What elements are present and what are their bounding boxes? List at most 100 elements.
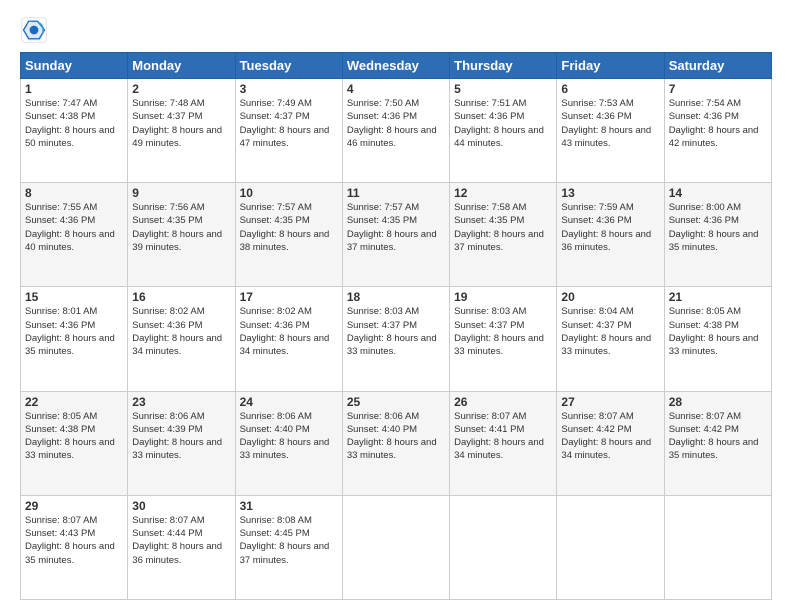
calendar-cell: 11Sunrise: 7:57 AMSunset: 4:35 PMDayligh… bbox=[342, 183, 449, 287]
calendar-cell: 7Sunrise: 7:54 AMSunset: 4:36 PMDaylight… bbox=[664, 79, 771, 183]
logo-icon bbox=[20, 16, 48, 44]
calendar-cell: 10Sunrise: 7:57 AMSunset: 4:35 PMDayligh… bbox=[235, 183, 342, 287]
calendar-cell: 15Sunrise: 8:01 AMSunset: 4:36 PMDayligh… bbox=[21, 287, 128, 391]
calendar-cell: 20Sunrise: 8:04 AMSunset: 4:37 PMDayligh… bbox=[557, 287, 664, 391]
calendar-cell: 31Sunrise: 8:08 AMSunset: 4:45 PMDayligh… bbox=[235, 495, 342, 599]
day-number: 16 bbox=[132, 290, 230, 304]
day-info: Sunrise: 8:06 AMSunset: 4:40 PMDaylight:… bbox=[240, 410, 338, 463]
calendar-week-3: 15Sunrise: 8:01 AMSunset: 4:36 PMDayligh… bbox=[21, 287, 772, 391]
day-number: 9 bbox=[132, 186, 230, 200]
day-number: 14 bbox=[669, 186, 767, 200]
calendar-cell bbox=[664, 495, 771, 599]
day-info: Sunrise: 8:00 AMSunset: 4:36 PMDaylight:… bbox=[669, 201, 767, 254]
calendar-week-1: 1Sunrise: 7:47 AMSunset: 4:38 PMDaylight… bbox=[21, 79, 772, 183]
day-number: 17 bbox=[240, 290, 338, 304]
calendar-week-4: 22Sunrise: 8:05 AMSunset: 4:38 PMDayligh… bbox=[21, 391, 772, 495]
calendar-cell: 17Sunrise: 8:02 AMSunset: 4:36 PMDayligh… bbox=[235, 287, 342, 391]
day-number: 20 bbox=[561, 290, 659, 304]
day-number: 4 bbox=[347, 82, 445, 96]
day-number: 12 bbox=[454, 186, 552, 200]
day-info: Sunrise: 7:54 AMSunset: 4:36 PMDaylight:… bbox=[669, 97, 767, 150]
page: SundayMondayTuesdayWednesdayThursdayFrid… bbox=[0, 0, 792, 612]
day-number: 8 bbox=[25, 186, 123, 200]
calendar-cell: 6Sunrise: 7:53 AMSunset: 4:36 PMDaylight… bbox=[557, 79, 664, 183]
calendar-cell: 23Sunrise: 8:06 AMSunset: 4:39 PMDayligh… bbox=[128, 391, 235, 495]
calendar-week-5: 29Sunrise: 8:07 AMSunset: 4:43 PMDayligh… bbox=[21, 495, 772, 599]
day-number: 11 bbox=[347, 186, 445, 200]
day-header-thursday: Thursday bbox=[450, 53, 557, 79]
day-number: 10 bbox=[240, 186, 338, 200]
calendar-cell: 26Sunrise: 8:07 AMSunset: 4:41 PMDayligh… bbox=[450, 391, 557, 495]
day-header-wednesday: Wednesday bbox=[342, 53, 449, 79]
day-number: 22 bbox=[25, 395, 123, 409]
calendar-cell: 16Sunrise: 8:02 AMSunset: 4:36 PMDayligh… bbox=[128, 287, 235, 391]
calendar-cell: 9Sunrise: 7:56 AMSunset: 4:35 PMDaylight… bbox=[128, 183, 235, 287]
calendar-cell: 24Sunrise: 8:06 AMSunset: 4:40 PMDayligh… bbox=[235, 391, 342, 495]
calendar-cell bbox=[342, 495, 449, 599]
calendar-cell: 13Sunrise: 7:59 AMSunset: 4:36 PMDayligh… bbox=[557, 183, 664, 287]
day-info: Sunrise: 7:50 AMSunset: 4:36 PMDaylight:… bbox=[347, 97, 445, 150]
day-header-sunday: Sunday bbox=[21, 53, 128, 79]
day-number: 6 bbox=[561, 82, 659, 96]
calendar-cell: 28Sunrise: 8:07 AMSunset: 4:42 PMDayligh… bbox=[664, 391, 771, 495]
day-number: 21 bbox=[669, 290, 767, 304]
day-number: 15 bbox=[25, 290, 123, 304]
day-info: Sunrise: 7:57 AMSunset: 4:35 PMDaylight:… bbox=[347, 201, 445, 254]
calendar-cell: 5Sunrise: 7:51 AMSunset: 4:36 PMDaylight… bbox=[450, 79, 557, 183]
day-info: Sunrise: 7:53 AMSunset: 4:36 PMDaylight:… bbox=[561, 97, 659, 150]
day-info: Sunrise: 8:07 AMSunset: 4:42 PMDaylight:… bbox=[561, 410, 659, 463]
day-number: 31 bbox=[240, 499, 338, 513]
calendar-cell bbox=[450, 495, 557, 599]
day-header-monday: Monday bbox=[128, 53, 235, 79]
day-info: Sunrise: 7:55 AMSunset: 4:36 PMDaylight:… bbox=[25, 201, 123, 254]
day-number: 25 bbox=[347, 395, 445, 409]
day-info: Sunrise: 8:02 AMSunset: 4:36 PMDaylight:… bbox=[132, 305, 230, 358]
day-number: 5 bbox=[454, 82, 552, 96]
day-info: Sunrise: 7:51 AMSunset: 4:36 PMDaylight:… bbox=[454, 97, 552, 150]
day-number: 27 bbox=[561, 395, 659, 409]
calendar-cell: 30Sunrise: 8:07 AMSunset: 4:44 PMDayligh… bbox=[128, 495, 235, 599]
calendar-cell: 12Sunrise: 7:58 AMSunset: 4:35 PMDayligh… bbox=[450, 183, 557, 287]
day-info: Sunrise: 7:48 AMSunset: 4:37 PMDaylight:… bbox=[132, 97, 230, 150]
day-number: 26 bbox=[454, 395, 552, 409]
calendar-cell: 1Sunrise: 7:47 AMSunset: 4:38 PMDaylight… bbox=[21, 79, 128, 183]
day-info: Sunrise: 8:03 AMSunset: 4:37 PMDaylight:… bbox=[347, 305, 445, 358]
day-info: Sunrise: 8:04 AMSunset: 4:37 PMDaylight:… bbox=[561, 305, 659, 358]
day-header-tuesday: Tuesday bbox=[235, 53, 342, 79]
header bbox=[20, 16, 772, 44]
calendar-cell: 3Sunrise: 7:49 AMSunset: 4:37 PMDaylight… bbox=[235, 79, 342, 183]
day-number: 29 bbox=[25, 499, 123, 513]
day-info: Sunrise: 7:59 AMSunset: 4:36 PMDaylight:… bbox=[561, 201, 659, 254]
day-number: 3 bbox=[240, 82, 338, 96]
day-header-friday: Friday bbox=[557, 53, 664, 79]
calendar-cell: 29Sunrise: 8:07 AMSunset: 4:43 PMDayligh… bbox=[21, 495, 128, 599]
day-info: Sunrise: 8:01 AMSunset: 4:36 PMDaylight:… bbox=[25, 305, 123, 358]
calendar-cell bbox=[557, 495, 664, 599]
calendar-week-2: 8Sunrise: 7:55 AMSunset: 4:36 PMDaylight… bbox=[21, 183, 772, 287]
day-number: 2 bbox=[132, 82, 230, 96]
calendar-table: SundayMondayTuesdayWednesdayThursdayFrid… bbox=[20, 52, 772, 600]
day-info: Sunrise: 8:05 AMSunset: 4:38 PMDaylight:… bbox=[669, 305, 767, 358]
day-info: Sunrise: 8:06 AMSunset: 4:39 PMDaylight:… bbox=[132, 410, 230, 463]
calendar-cell: 25Sunrise: 8:06 AMSunset: 4:40 PMDayligh… bbox=[342, 391, 449, 495]
day-info: Sunrise: 8:02 AMSunset: 4:36 PMDaylight:… bbox=[240, 305, 338, 358]
day-number: 28 bbox=[669, 395, 767, 409]
day-number: 1 bbox=[25, 82, 123, 96]
calendar-cell: 22Sunrise: 8:05 AMSunset: 4:38 PMDayligh… bbox=[21, 391, 128, 495]
day-info: Sunrise: 8:05 AMSunset: 4:38 PMDaylight:… bbox=[25, 410, 123, 463]
day-info: Sunrise: 7:58 AMSunset: 4:35 PMDaylight:… bbox=[454, 201, 552, 254]
calendar-cell: 4Sunrise: 7:50 AMSunset: 4:36 PMDaylight… bbox=[342, 79, 449, 183]
day-info: Sunrise: 7:57 AMSunset: 4:35 PMDaylight:… bbox=[240, 201, 338, 254]
day-info: Sunrise: 8:07 AMSunset: 4:41 PMDaylight:… bbox=[454, 410, 552, 463]
calendar-cell: 8Sunrise: 7:55 AMSunset: 4:36 PMDaylight… bbox=[21, 183, 128, 287]
day-info: Sunrise: 7:47 AMSunset: 4:38 PMDaylight:… bbox=[25, 97, 123, 150]
calendar-cell: 21Sunrise: 8:05 AMSunset: 4:38 PMDayligh… bbox=[664, 287, 771, 391]
calendar-cell: 19Sunrise: 8:03 AMSunset: 4:37 PMDayligh… bbox=[450, 287, 557, 391]
day-number: 18 bbox=[347, 290, 445, 304]
calendar-cell: 14Sunrise: 8:00 AMSunset: 4:36 PMDayligh… bbox=[664, 183, 771, 287]
day-info: Sunrise: 8:06 AMSunset: 4:40 PMDaylight:… bbox=[347, 410, 445, 463]
day-info: Sunrise: 8:08 AMSunset: 4:45 PMDaylight:… bbox=[240, 514, 338, 567]
day-header-saturday: Saturday bbox=[664, 53, 771, 79]
day-info: Sunrise: 8:07 AMSunset: 4:43 PMDaylight:… bbox=[25, 514, 123, 567]
day-number: 19 bbox=[454, 290, 552, 304]
